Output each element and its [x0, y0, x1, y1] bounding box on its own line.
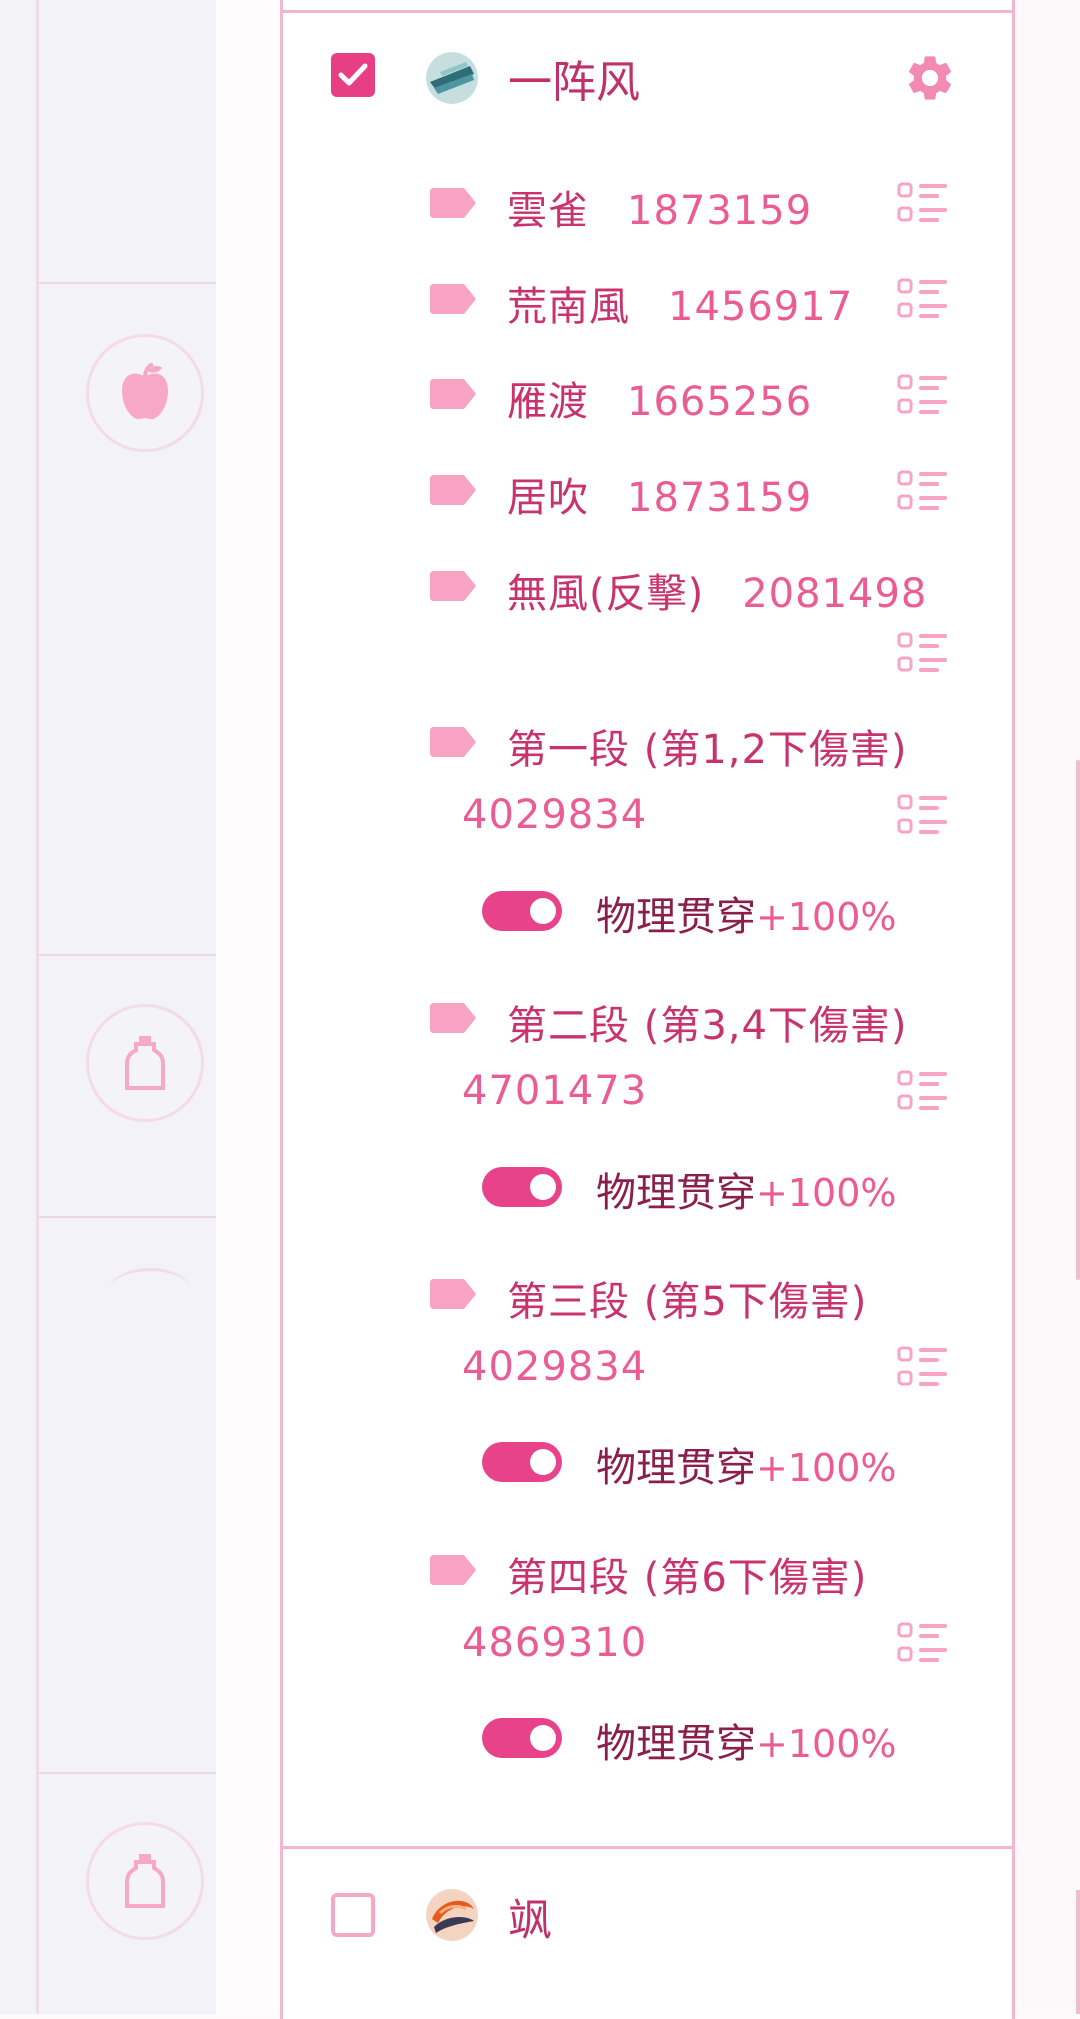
list-icon[interactable]: [897, 792, 949, 836]
tag-icon: [430, 727, 476, 757]
skill-name: 第四段 (第6下傷害): [507, 1555, 868, 1601]
list-icon[interactable]: [897, 1068, 949, 1112]
character-card-2: [280, 1849, 1015, 2019]
list-icon[interactable]: [897, 180, 949, 224]
spacer: [216, 0, 280, 2014]
check-icon: [338, 63, 368, 86]
tag-icon: [430, 379, 476, 409]
skill-value: 4701473: [462, 1068, 648, 1114]
penetration-toggle[interactable]: [482, 891, 562, 931]
right-margin: [1016, 0, 1080, 2014]
bottle-icon: [125, 1036, 165, 1090]
skill-row: 荒南風 1456917: [507, 284, 854, 330]
side-rail-border: [36, 0, 39, 2014]
rail-item-bottle[interactable]: [86, 1822, 204, 1940]
skill-value: 4869310: [462, 1620, 648, 1666]
penetration-toggle[interactable]: [482, 1718, 562, 1758]
skill-name: 第二段 (第3,4下傷害): [507, 1003, 908, 1049]
toggle-label: 物理贯穿+100%: [596, 1721, 897, 1767]
scrollbar-lower[interactable]: [1076, 1890, 1080, 2014]
list-icon[interactable]: [897, 630, 949, 674]
skill-row: 雲雀 1873159: [507, 188, 813, 234]
apple-icon: [122, 363, 168, 420]
character-select-checkbox[interactable]: [331, 53, 375, 97]
tag-icon: [430, 188, 476, 218]
character-select-checkbox[interactable]: [331, 1893, 375, 1937]
tag-icon: [430, 1555, 476, 1585]
list-icon[interactable]: [897, 1620, 949, 1664]
penetration-toggle[interactable]: [482, 1442, 562, 1482]
penetration-toggle[interactable]: [482, 1167, 562, 1207]
character-avatar: [426, 1889, 478, 1941]
gear-icon[interactable]: [903, 51, 957, 105]
character-avatar: [426, 52, 478, 104]
skill-name: 第一段 (第1,2下傷害): [507, 727, 908, 773]
toggle-label: 物理贯穿+100%: [596, 894, 897, 940]
tag-icon: [430, 475, 476, 505]
rail-item-partial: [110, 1268, 190, 1311]
list-icon[interactable]: [897, 468, 949, 512]
skill-value: 4029834: [462, 792, 648, 838]
toggle-label: 物理贯穿+100%: [596, 1170, 897, 1216]
skill-row: 雁渡 1665256: [507, 379, 813, 425]
tag-icon: [430, 1003, 476, 1033]
list-icon[interactable]: [897, 1344, 949, 1388]
card-top-border: [280, 0, 1015, 13]
tag-icon: [430, 1279, 476, 1309]
rail-divider: [38, 1772, 216, 1774]
skill-name: 第三段 (第5下傷害): [507, 1279, 868, 1325]
rail-divider: [38, 1216, 216, 1218]
rail-item-apple[interactable]: [86, 334, 204, 452]
rail-divider: [38, 282, 216, 284]
tag-icon: [430, 284, 476, 314]
scrollbar[interactable]: [1076, 760, 1080, 1280]
skill-value: 4029834: [462, 1344, 648, 1390]
list-icon[interactable]: [897, 372, 949, 416]
skill-row: 居吹 1873159: [507, 475, 813, 521]
character-name: 一阵风: [508, 57, 640, 108]
bottle-icon: [125, 1854, 165, 1908]
rail-divider: [38, 954, 216, 956]
skill-row: 無風(反擊) 2081498: [507, 571, 928, 617]
list-icon[interactable]: [897, 276, 949, 320]
toggle-label: 物理贯穿+100%: [596, 1445, 897, 1491]
character-name: 飒: [508, 1895, 552, 1946]
tag-icon: [430, 571, 476, 601]
rail-item-bottle[interactable]: [86, 1004, 204, 1122]
